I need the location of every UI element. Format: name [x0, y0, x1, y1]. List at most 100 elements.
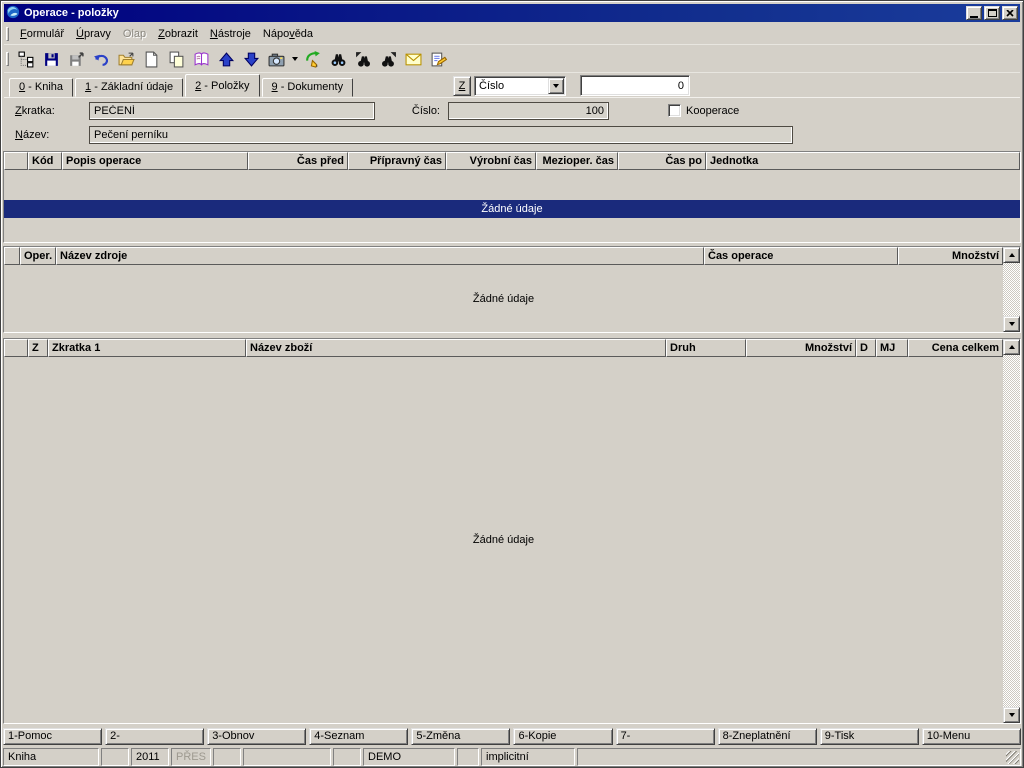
- title-bar: Operace - položky: [4, 4, 1020, 22]
- fkey-seznam[interactable]: 4-Seznam: [309, 728, 408, 745]
- menu-nastroje[interactable]: Nástroje: [204, 25, 257, 43]
- column-header-vyrobni-cas[interactable]: Výrobní čas: [446, 152, 536, 170]
- items-grid-body: Žádné údaje: [4, 357, 1003, 723]
- filter-number-input[interactable]: [580, 75, 690, 96]
- scroll-down-icon[interactable]: [1003, 316, 1020, 332]
- cislo-field[interactable]: [448, 102, 609, 120]
- column-header-nazev-zbozi[interactable]: Název zboží: [246, 339, 666, 357]
- zkratka-field[interactable]: [89, 102, 375, 120]
- tab-zakladni-udaje[interactable]: 1 - Základní údaje: [75, 78, 183, 97]
- column-header-cas-pred[interactable]: Čas před: [248, 152, 348, 170]
- column-header-zkratka-1[interactable]: Zkratka 1: [48, 339, 246, 357]
- move-up-icon[interactable]: [214, 48, 239, 71]
- nazev-field[interactable]: [89, 126, 793, 144]
- scroll-track[interactable]: [1003, 355, 1020, 707]
- items-scrollbar[interactable]: [1003, 339, 1020, 723]
- fkey-zneplatneni[interactable]: 8-Zneplatnění: [718, 728, 817, 745]
- tab-kniha[interactable]: 0 - Kniha: [9, 78, 73, 97]
- find-next-icon[interactable]: [376, 48, 401, 71]
- undo-icon[interactable]: [89, 48, 114, 71]
- column-header-mnozstvi[interactable]: Množství: [746, 339, 856, 357]
- menu-formular[interactable]: Formulář: [14, 25, 70, 43]
- maximize-icon[interactable]: [984, 6, 1000, 20]
- filter-field-dropdown[interactable]: Číslo: [474, 76, 566, 96]
- scroll-track[interactable]: [1003, 263, 1020, 316]
- menu-olap: Olap: [117, 25, 152, 43]
- status-panel: [333, 748, 361, 766]
- camera-icon[interactable]: [264, 48, 289, 71]
- column-header-mj[interactable]: MJ: [876, 339, 908, 357]
- menu-upravy[interactable]: Úpravy: [70, 25, 117, 43]
- status-bar: Kniha 2011 PŘES DEMO implicitní: [3, 748, 1021, 766]
- mail-icon[interactable]: [401, 48, 426, 71]
- status-panel: [457, 748, 479, 766]
- resize-grip[interactable]: [1006, 751, 1019, 764]
- toolbar: [4, 46, 1020, 73]
- fkey-2[interactable]: 2-: [105, 728, 204, 745]
- find-icon[interactable]: [326, 48, 351, 71]
- status-panel: [577, 748, 1021, 766]
- operations-grid-body: Žádné údaje: [4, 170, 1020, 242]
- notes-icon[interactable]: [426, 48, 451, 71]
- fkey-tisk[interactable]: 9-Tisk: [820, 728, 919, 745]
- column-header-kod[interactable]: Kód: [28, 152, 62, 170]
- menu-grip[interactable]: [6, 27, 9, 41]
- nazev-label: Název:: [15, 129, 49, 141]
- resources-scrollbar[interactable]: [1003, 247, 1020, 332]
- scroll-up-icon[interactable]: [1003, 339, 1020, 355]
- export-edit-icon[interactable]: [301, 48, 326, 71]
- fkey-obnov[interactable]: 3-Obnov: [207, 728, 306, 745]
- chevron-down-icon[interactable]: [548, 78, 564, 94]
- kooperace-label: Kooperace: [686, 105, 739, 117]
- column-header-mezioper-cas[interactable]: Mezioper. čas: [536, 152, 618, 170]
- fkey-7[interactable]: 7-: [616, 728, 715, 745]
- empty-row-selected: Žádné údaje: [4, 200, 1020, 218]
- copy-icon[interactable]: [164, 48, 189, 71]
- column-header-oper[interactable]: Oper.: [20, 247, 56, 265]
- tab-polozky[interactable]: 2 - Položky: [185, 74, 259, 97]
- column-header-cas-operace[interactable]: Čas operace: [704, 247, 898, 265]
- status-profile: implicitní: [481, 748, 575, 766]
- column-header-druh[interactable]: Druh: [666, 339, 746, 357]
- column-header-popis-operace[interactable]: Popis operace: [62, 152, 248, 170]
- move-down-icon[interactable]: [239, 48, 264, 71]
- column-header[interactable]: [4, 152, 28, 170]
- fkey-pomoc[interactable]: 1-Pomoc: [3, 728, 102, 745]
- minimize-icon[interactable]: [966, 6, 982, 20]
- column-header-pripravny-cas[interactable]: Přípravný čas: [348, 152, 446, 170]
- app-icon: [6, 5, 20, 22]
- column-header-z[interactable]: Z: [28, 339, 48, 357]
- column-header[interactable]: [4, 339, 28, 357]
- scroll-down-icon[interactable]: [1003, 707, 1020, 723]
- close-icon[interactable]: [1002, 6, 1018, 20]
- resources-grid-header: Oper. Název zdroje Čas operace Množství: [4, 247, 1003, 265]
- column-header[interactable]: [4, 247, 20, 265]
- save-close-icon[interactable]: [64, 48, 89, 71]
- open-folder-icon[interactable]: [114, 48, 139, 71]
- fkey-kopie[interactable]: 6-Kopie: [513, 728, 612, 745]
- toolbar-grip[interactable]: [6, 52, 9, 66]
- scroll-up-icon[interactable]: [1003, 247, 1020, 263]
- camera-dropdown-icon[interactable]: [289, 48, 301, 71]
- column-header-d[interactable]: D: [856, 339, 876, 357]
- column-header-jednotka[interactable]: Jednotka: [706, 152, 1020, 170]
- z-filter-button[interactable]: Z: [453, 76, 471, 96]
- column-header-mnozstvi[interactable]: Množství: [898, 247, 1003, 265]
- column-header-nazev-zdroje[interactable]: Název zdroje: [56, 247, 704, 265]
- column-header-cena-celkem[interactable]: Cena celkem: [908, 339, 1003, 357]
- menu-zobrazit[interactable]: Zobrazit: [152, 25, 204, 43]
- new-document-icon[interactable]: [139, 48, 164, 71]
- kooperace-checkbox[interactable]: [668, 104, 681, 117]
- function-key-bar: 1-Pomoc 2- 3-Obnov 4-Seznam 5-Změna 6-Ko…: [3, 728, 1021, 745]
- menu-napoveda[interactable]: Nápověda: [257, 25, 319, 43]
- column-header-cas-po[interactable]: Čas po: [618, 152, 706, 170]
- find-previous-icon[interactable]: [351, 48, 376, 71]
- book-icon[interactable]: [189, 48, 214, 71]
- resources-grid: Oper. Název zdroje Čas operace Množství …: [3, 246, 1021, 333]
- tree-view-icon[interactable]: [14, 48, 39, 71]
- status-pres: PŘES: [171, 748, 211, 766]
- tab-dokumenty[interactable]: 9 - Dokumenty: [262, 78, 354, 97]
- fkey-zmena[interactable]: 5-Změna: [411, 728, 510, 745]
- fkey-menu[interactable]: 10-Menu: [922, 728, 1021, 745]
- save-icon[interactable]: [39, 48, 64, 71]
